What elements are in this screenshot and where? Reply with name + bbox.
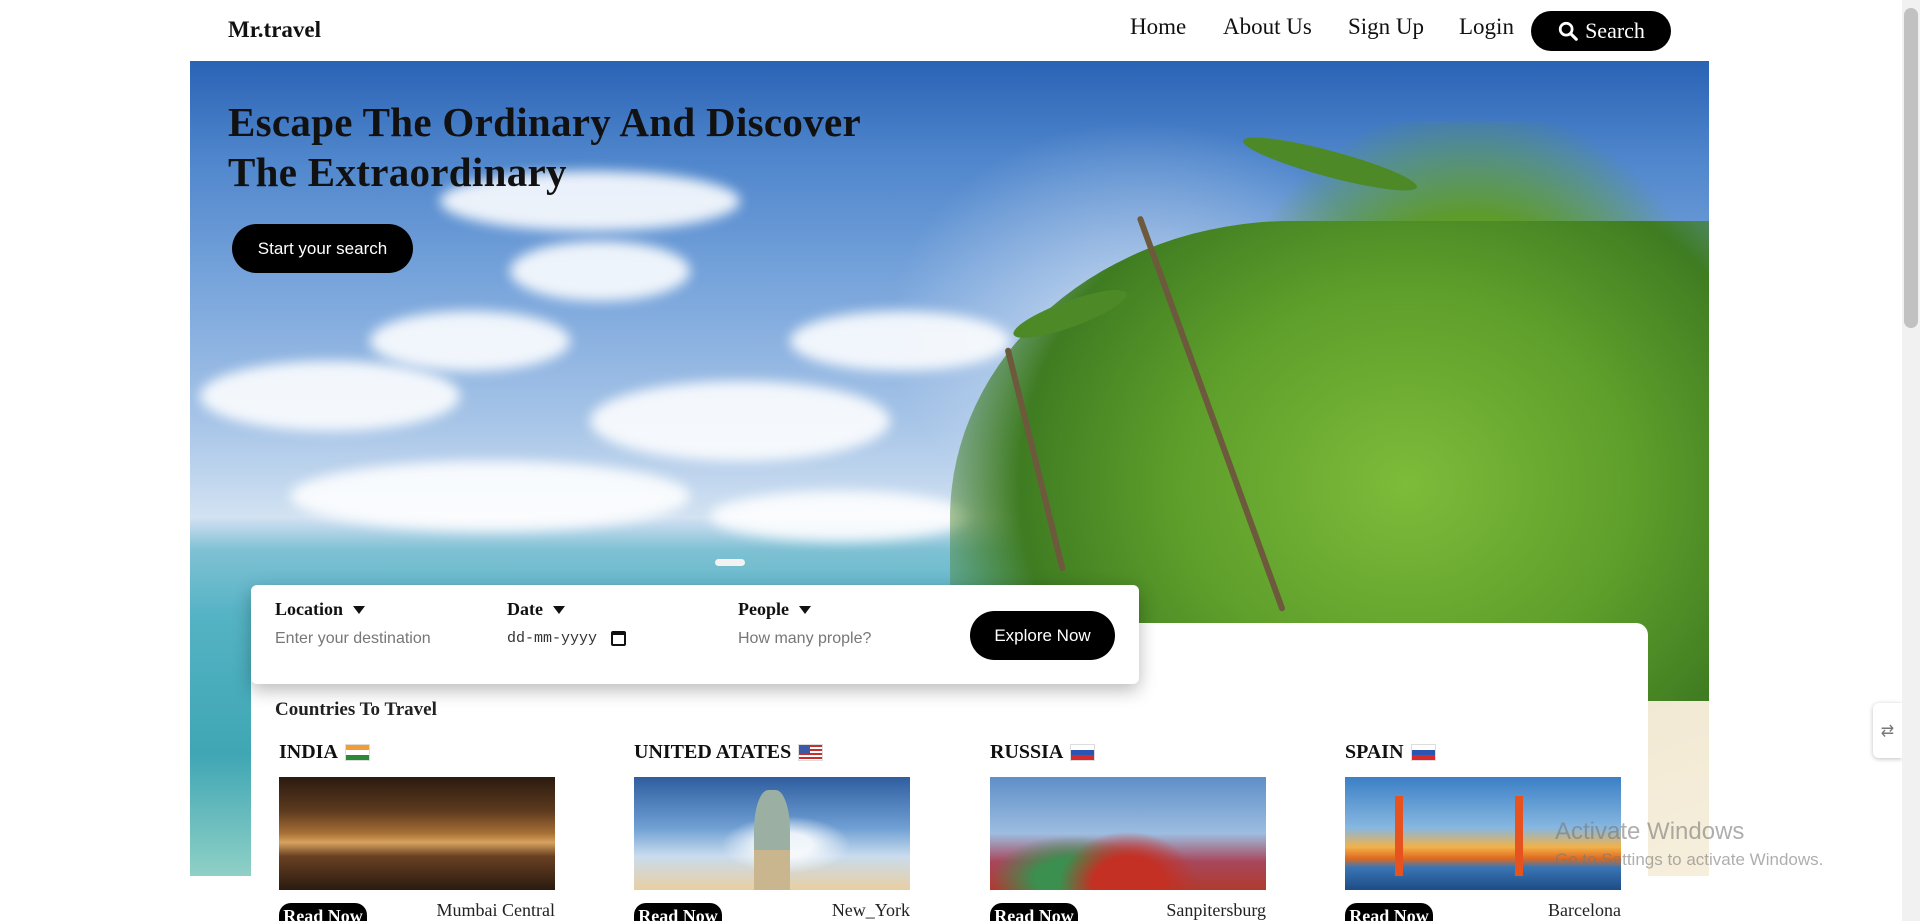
- search-button-label: Search: [1585, 18, 1645, 43]
- date-placeholder: dd-mm-yyyy: [507, 630, 598, 647]
- russia-flag-icon: [1410, 743, 1436, 761]
- people-input[interactable]: [738, 630, 928, 648]
- start-search-button[interactable]: Start your search: [232, 224, 413, 273]
- country-name: RUSSIA: [990, 740, 1064, 763]
- section-title: Countries To Travel: [275, 699, 437, 720]
- people-field: People: [738, 599, 928, 648]
- country-title: UNITED ATATES: [634, 740, 910, 764]
- date-label: Date: [507, 599, 543, 619]
- caret-down-icon: [799, 605, 811, 614]
- city-name: New_York: [831, 900, 910, 920]
- read-now-button[interactable]: Read Now: [1345, 903, 1433, 921]
- date-dropdown[interactable]: Date: [507, 599, 626, 620]
- watermark-subtitle: Go to Settings to activate Windows.: [1555, 850, 1824, 869]
- city-name: Sanpitersburg: [1166, 900, 1266, 920]
- country-card-russia: RUSSIA Read Now Sanpitersburg: [990, 740, 1266, 921]
- date-input[interactable]: dd-mm-yyyy: [507, 630, 627, 647]
- country-image: [279, 777, 555, 890]
- country-image: [990, 777, 1266, 890]
- country-title: INDIA: [279, 740, 555, 764]
- country-title: SPAIN: [1345, 740, 1621, 764]
- country-footer: Read Now Mumbai Central: [279, 900, 555, 921]
- hero-title: Escape The Ordinary And Discover The Ext…: [228, 99, 861, 195]
- country-title: RUSSIA: [990, 740, 1266, 764]
- search-button[interactable]: Search: [1531, 11, 1671, 51]
- city-name: Mumbai Central: [436, 900, 555, 920]
- location-input[interactable]: [275, 630, 465, 648]
- site-logo[interactable]: Mr.travel: [228, 17, 321, 43]
- bridge-tower-graphic: [1395, 796, 1403, 876]
- people-label: People: [738, 599, 789, 619]
- country-name: UNITED ATATES: [634, 740, 792, 763]
- country-footer: Read Now Sanpitersburg: [990, 900, 1266, 921]
- city-name: Barcelona: [1548, 900, 1621, 920]
- country-footer: Read Now Barcelona: [1345, 900, 1621, 921]
- nav-home[interactable]: Home: [1130, 14, 1186, 40]
- india-flag-icon: [344, 743, 370, 761]
- search-icon: [1558, 21, 1578, 41]
- read-now-button[interactable]: Read Now: [990, 903, 1078, 921]
- country-card-united-states: UNITED ATATES Read Now New_York: [634, 740, 910, 921]
- country-image: [634, 777, 910, 890]
- scrollbar-thumb[interactable]: [1904, 8, 1918, 328]
- caret-down-icon: [353, 605, 366, 614]
- country-card-india: INDIA Read Now Mumbai Central: [279, 740, 555, 921]
- russia-flag-icon: [1070, 743, 1096, 761]
- read-now-button[interactable]: Read Now: [279, 903, 367, 921]
- side-collapse-icon[interactable]: ⇄: [1873, 703, 1902, 758]
- country-footer: Read Now New_York: [634, 900, 910, 921]
- top-navbar: Mr.travel Home About Us Sign Up Login Se…: [0, 0, 1920, 61]
- watermark-title: Activate Windows: [1555, 818, 1745, 845]
- country-name: SPAIN: [1345, 740, 1404, 763]
- country-name: INDIA: [279, 740, 338, 763]
- nav-login[interactable]: Login: [1459, 14, 1514, 40]
- location-label: Location: [275, 599, 344, 619]
- windows-activation-watermark: Activate Windows Go to Settings to activ…: [1555, 818, 1823, 870]
- people-dropdown[interactable]: People: [738, 599, 928, 620]
- caret-down-icon: [552, 605, 565, 614]
- usa-flag-icon: [798, 743, 824, 761]
- explore-now-button[interactable]: Explore Now: [970, 611, 1115, 660]
- calendar-icon[interactable]: [611, 631, 627, 646]
- location-field: Location: [275, 599, 465, 648]
- bridge-tower-graphic: [1515, 796, 1523, 876]
- nav-about-us[interactable]: About Us: [1223, 14, 1312, 40]
- read-now-button[interactable]: Read Now: [634, 903, 722, 921]
- statue-of-liberty-graphic: [754, 790, 790, 890]
- date-field: Date dd-mm-yyyy: [507, 599, 627, 647]
- nav-sign-up[interactable]: Sign Up: [1348, 14, 1424, 40]
- location-dropdown[interactable]: Location: [275, 599, 465, 620]
